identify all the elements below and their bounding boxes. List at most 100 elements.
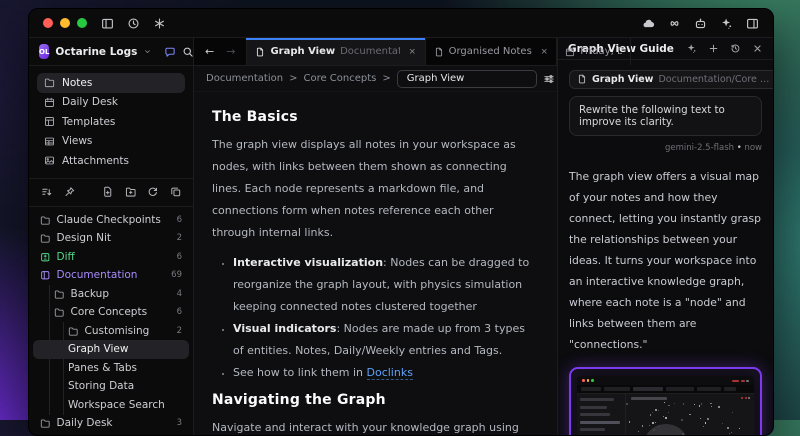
tree-item-documentation[interactable]: Documentation 69 [33,266,189,285]
file-tree: Claude Checkpoints 6 Design Nit 2 Diff 6… [29,207,193,436]
sidebar-item-attachments[interactable]: Attachments [37,151,185,171]
panel-right-icon[interactable] [746,17,759,30]
close-panel-icon[interactable] [752,43,763,54]
tree-item-graph-view[interactable]: Graph View [33,340,189,359]
forward-arrow-icon[interactable]: → [226,45,235,58]
search-icon[interactable] [182,46,194,58]
note-content[interactable]: The Basics The graph view displays all n… [194,92,557,435]
message-meta: gemini-2.5-flash • now [569,143,762,153]
file-icon [255,47,265,57]
tab-organised-notes[interactable]: Organised Notes [426,38,558,65]
refresh-icon[interactable] [147,186,159,198]
folder-icon [40,233,51,244]
tree-item-core-concepts[interactable]: Core Concepts 6 [33,303,189,322]
workspace-name[interactable]: Octarine Logs [55,46,137,58]
mini-graph-title [631,397,667,400]
minimize-window-button[interactable] [60,18,70,28]
paragraph: The graph view displays all notes in you… [212,134,539,244]
chat-icon[interactable] [164,46,176,58]
app-window: OL Octarine Logs Notes Daily Desk [28,8,774,436]
tree-item-design-nit[interactable]: Design Nit 2 [33,229,189,248]
tree-label: Core Concepts [71,306,148,318]
new-note-icon[interactable] [102,186,114,198]
video-preview[interactable] [569,367,762,435]
asterisk-icon[interactable] [153,17,166,30]
tab-title: Graph View [270,46,335,57]
tab-title: Friday, D [580,46,622,57]
calendar-icon [44,97,55,108]
context-chip[interactable]: Graph View Documentation/Core Concepts [569,70,773,89]
window-controls [43,18,87,28]
tree-item-storing-data[interactable]: Storing Data [33,377,189,396]
nav-label: Daily Desk [62,96,118,108]
close-tab-icon[interactable] [408,47,417,56]
sidebar-toolbar [29,179,193,207]
cloud-icon[interactable] [642,17,655,30]
close-window-button[interactable] [43,18,53,28]
sliders-icon[interactable] [543,73,555,85]
history-icon[interactable] [730,43,741,54]
assistant-response: The graph view offers a visual map of yo… [569,166,762,355]
mini-graph [626,394,754,435]
tree-count: 6 [177,252,182,262]
sidebar: OL Octarine Logs Notes Daily Desk [29,38,194,435]
tree-label: Panes & Tabs [68,362,137,374]
folder-icon [54,289,65,300]
user-prompt: Rewrite the following text to improve it… [569,96,762,136]
sidebar-item-views[interactable]: Views [37,132,185,152]
clock-icon[interactable] [127,17,140,30]
folder-icon [44,77,55,88]
list-item: Interactive visualization: Nodes can be … [233,252,539,318]
breadcrumb-separator: > [382,73,390,84]
pin-icon[interactable] [64,186,76,198]
nav-label: Templates [62,116,115,128]
image-icon [44,155,55,166]
back-arrow-icon[interactable]: ← [205,45,214,58]
maximize-window-button[interactable] [77,18,87,28]
nav-label: Views [62,135,92,147]
chevron-down-icon[interactable] [143,47,152,56]
doodle-icon[interactable] [668,17,681,30]
table-icon [44,136,55,147]
tree-item-workspace-search[interactable]: Workspace Search [33,396,189,415]
breadcrumb: Documentation > Core Concepts > Graph Vi… [194,66,557,92]
tree-item-panes-tabs[interactable]: Panes & Tabs [33,359,189,378]
copy-icon[interactable] [170,186,182,198]
tree-count: 2 [177,233,182,243]
tree-item-customising[interactable]: Customising 2 [33,322,189,341]
tree-count: 2 [177,326,182,336]
tree-item-diff[interactable]: Diff 6 [33,248,189,267]
bullet-list: Interactive visualization: Nodes can be … [212,252,539,384]
sort-icon[interactable] [41,186,53,198]
nav-label: Attachments [62,155,129,167]
panel-left-icon[interactable] [101,17,114,30]
sparkles-icon[interactable] [720,17,733,30]
tree-count: 4 [177,289,182,299]
tree-item-backup[interactable]: Backup 4 [33,285,189,304]
sidebar-item-daily-desk[interactable]: Daily Desk [37,93,185,113]
tab-title: Organised Notes [449,46,532,57]
breadcrumb-item[interactable]: Core Concepts [303,73,376,84]
bot-icon[interactable] [694,17,707,30]
sidebar-item-notes[interactable]: Notes [37,73,185,93]
workspace-avatar[interactable]: OL [39,44,49,59]
template-icon [44,116,55,127]
section-heading: The Basics [212,109,539,125]
close-tab-icon[interactable] [540,47,549,56]
new-chat-icon[interactable] [708,43,719,54]
tree-item-daily-desk[interactable]: Daily Desk 3 [33,414,189,433]
tree-item-claude-checkpoints[interactable]: Claude Checkpoints 6 [33,211,189,230]
new-folder-icon[interactable] [125,186,137,198]
tab-graph-view[interactable]: Graph View Documentation [246,38,425,65]
tab-friday[interactable]: Friday, D [557,38,631,65]
doclinks-link[interactable]: Doclinks [367,366,413,380]
timestamp: now [744,143,762,153]
breadcrumb-item[interactable]: Documentation [206,73,283,84]
note-title-field[interactable]: Graph View [397,70,537,88]
sidebar-item-templates[interactable]: Templates [37,112,185,132]
sparkles-icon[interactable] [686,43,697,54]
titlebar [29,9,773,38]
tree-label: Documentation [57,269,138,281]
diff-icon [40,252,51,263]
nav-label: Notes [62,77,92,89]
